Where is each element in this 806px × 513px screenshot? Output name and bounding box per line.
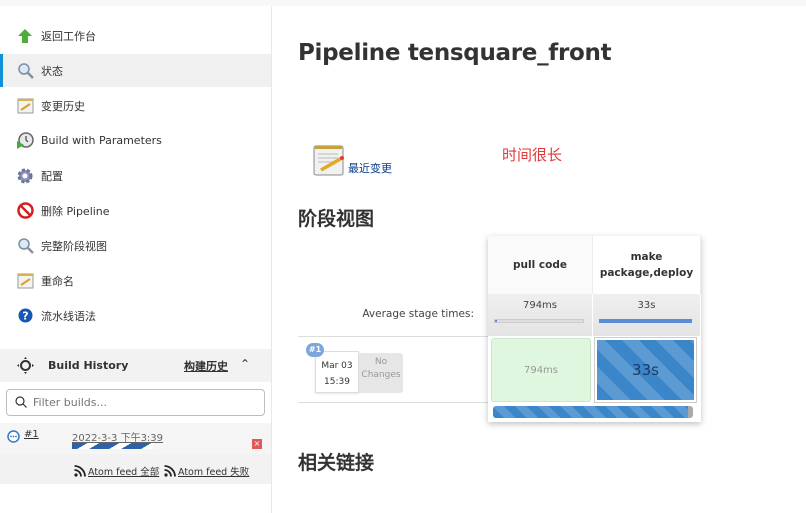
run-row-header: #1 Mar 03 15:39 No Changes [298,336,488,403]
svg-text:?: ? [22,310,28,323]
atom-feeds: Atom feed 全部 Atom feed 失败 [0,454,271,484]
run-progress-bar [493,406,693,418]
notepad-icon [16,97,34,115]
stage-panel: pull code make package,deploy 794ms 33s 7… [488,236,701,422]
sidebar-item-label: 流水线语法 [41,309,96,323]
sidebar-item-label: Build with Parameters [41,134,162,147]
up-arrow-icon [16,27,34,45]
main-content: Pipeline tensquare_front 最近变更 时间很长 阶段视图 … [272,6,806,513]
stage-view-heading: 阶段视图 [298,208,375,230]
build-status-icon [17,357,34,377]
sidebar-item-changes[interactable]: 变更历史 [0,89,271,122]
stage-header-make-package-deploy: make package,deploy [593,236,701,294]
average-bar [494,319,584,323]
sidebar-item-label: 变更历史 [41,99,85,113]
help-icon: ? [16,307,34,325]
sidebar-item-label: 删除 Pipeline [41,204,110,218]
atom-feed-failed-link[interactable]: Atom feed 失败 [164,464,249,478]
average-bar-fill [495,320,497,322]
no-entry-icon [16,202,34,220]
build-history-link[interactable]: 构建历史 [184,358,228,374]
sidebar-item-configure[interactable]: 配置 [0,159,271,192]
in-progress-icon [7,428,20,447]
rss-icon [164,465,176,477]
sidebar-item-label: 完整阶段视图 [41,239,107,253]
notepad-icon [312,143,346,181]
sidebar-item-label: 状态 [41,64,63,78]
run-time: 15:39 [324,377,350,387]
rss-icon [74,465,86,477]
recent-changes[interactable]: 最近变更 [312,143,392,181]
average-stage-times-label: Average stage times: [362,308,474,320]
related-links-heading: 相关链接 [298,452,375,474]
search-icon [16,62,34,80]
recent-changes-link[interactable]: 最近变更 [348,160,392,176]
atom-feed-all-link[interactable]: Atom feed 全部 [74,464,159,478]
build-history-row: #1 2022-3-3 下午3:39 × [0,423,271,454]
build-date-link[interactable]: 2022-3-3 下午3:39 [72,429,163,444]
run-date: Mar 03 [321,361,353,371]
sidebar: 返回工作台 状态 变更历史 Build with Parameters 配置 删… [0,6,272,513]
gear-icon [16,167,34,185]
sidebar-item-full-stage-view[interactable]: 完整阶段视图 [0,229,271,262]
stage-average-pull-code: 794ms [488,294,593,336]
build-badge[interactable]: #1 [306,343,324,357]
stage-cell-running[interactable]: 33s [594,337,697,403]
sidebar-item-label: 返回工作台 [41,29,96,43]
stage-view: Average stage times: #1 Mar 03 15:39 No … [298,236,708,426]
sidebar-item-pipeline-syntax[interactable]: ? 流水线语法 [0,299,271,332]
no-changes-box[interactable]: No Changes [359,353,403,393]
build-number-link[interactable]: #1 [24,429,39,440]
run-datetime: Mar 03 15:39 [315,351,359,393]
sidebar-item-label: 配置 [41,169,63,183]
filter-builds-field[interactable] [6,389,265,416]
stage-header-pull-code: pull code [488,236,593,294]
annotation-note: 时间很长 [502,146,563,164]
average-bar-fill [599,319,692,323]
sidebar-item-label: 重命名 [41,274,74,288]
search-icon [16,237,34,255]
sidebar-item-status[interactable]: 状态 [0,54,271,87]
chevron-up-icon[interactable]: ⌃ [240,357,250,371]
filter-builds-input[interactable] [33,396,253,409]
build-history-header: Build History 构建历史 ⌃ [0,349,271,382]
search-icon [15,393,27,412]
sidebar-item-rename[interactable]: 重命名 [0,264,271,297]
cancel-build-icon[interactable]: × [252,439,262,449]
sidebar-item-build-with-parameters[interactable]: Build with Parameters [0,124,271,157]
notepad-icon [16,272,34,290]
clock-play-icon [16,131,34,150]
sidebar-item-back-to-dashboard[interactable]: 返回工作台 [0,19,271,52]
build-progress-bar [72,443,153,449]
average-bar [599,319,692,323]
stage-average-make-package-deploy: 33s [593,294,701,336]
sidebar-item-delete-pipeline[interactable]: 删除 Pipeline [0,194,271,227]
stage-cell-success[interactable]: 794ms [491,338,591,402]
build-history-title: Build History [48,359,129,372]
page-title: Pipeline tensquare_front [298,40,612,66]
